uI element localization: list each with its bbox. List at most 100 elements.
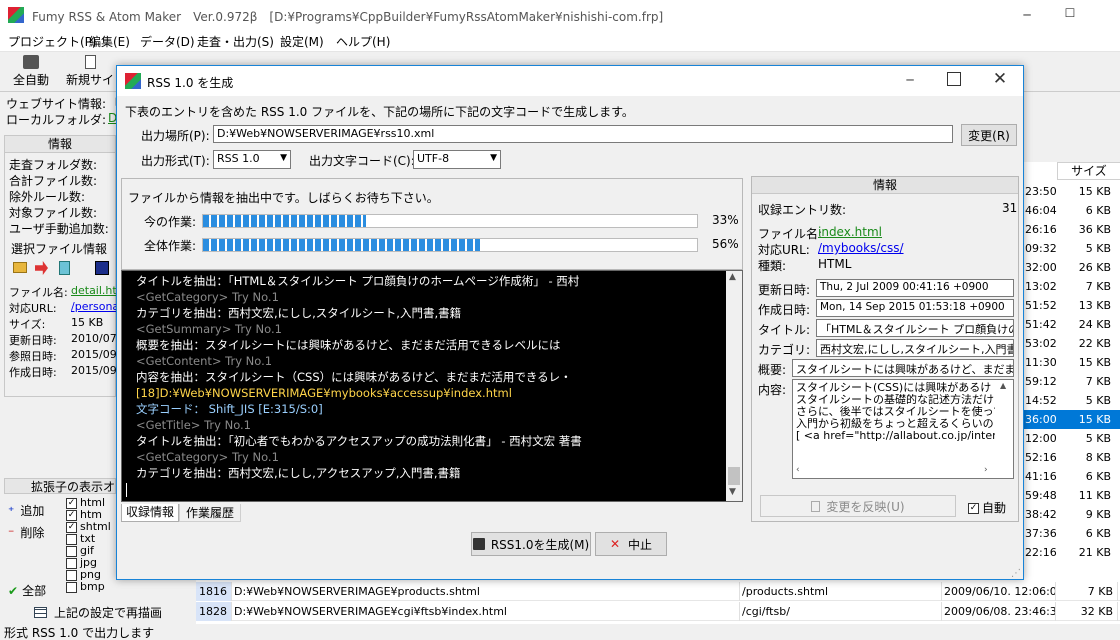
table-row[interactable]: 46:04 6 KB bbox=[1023, 201, 1120, 220]
extension-checkbox[interactable] bbox=[66, 569, 77, 581]
open-file-icon[interactable] bbox=[35, 261, 48, 275]
info-content-textarea[interactable]: スタイルシート(CSS)には興味があるけ スタイルシートの基礎的な記述方法だけ さら… bbox=[792, 379, 1014, 479]
table-row[interactable]: 37:36 6 KB bbox=[1023, 524, 1120, 543]
table-row[interactable]: 53:02 22 KB bbox=[1023, 334, 1120, 353]
table-row[interactable]: 41:16 6 KB bbox=[1023, 467, 1120, 486]
encoding-label: 出力文字コード(C): bbox=[309, 154, 415, 168]
scroll-up-icon[interactable]: ▲ bbox=[729, 272, 736, 282]
file-name-link[interactable]: detail.htm bbox=[71, 284, 117, 297]
log-console[interactable]: タイトルを抽出：「HTML＆スタイルシート プロ顔負けのホームページ作成術」 -… bbox=[121, 270, 743, 502]
table-row[interactable]: 09:32 5 KB bbox=[1023, 239, 1120, 258]
extension-checkbox[interactable] bbox=[66, 581, 77, 593]
menu-help[interactable]: ヘルプ(H) bbox=[336, 33, 390, 50]
copy-icon[interactable] bbox=[59, 261, 70, 275]
file-name-label: ファイル名: bbox=[9, 286, 68, 299]
scroll-down-icon[interactable]: ▼ bbox=[729, 487, 736, 497]
stat-exclusion-rules: 除外ルール数: bbox=[9, 190, 86, 204]
info-file-name-link[interactable]: index.html bbox=[818, 225, 882, 239]
row-time: 09:32 bbox=[1025, 242, 1057, 255]
open-folder-icon[interactable] bbox=[13, 262, 27, 273]
stop-button[interactable]: ✕ 中止 bbox=[595, 532, 667, 556]
minimize-icon[interactable]: ─ bbox=[1004, 8, 1050, 22]
table-row[interactable]: 52:16 8 KB bbox=[1023, 448, 1120, 467]
encoding-select[interactable]: UTF-8 ▼ bbox=[413, 150, 501, 169]
table-row[interactable]: 13:02 7 KB bbox=[1023, 277, 1120, 296]
info-file-name-label: ファイル名: bbox=[758, 227, 823, 241]
table-row[interactable]: 14:52 5 KB bbox=[1023, 391, 1120, 410]
info-summary-label: 概要: bbox=[758, 363, 787, 377]
info-kind-label: 種類: bbox=[758, 259, 787, 273]
info-created-field[interactable]: Mon, 14 Sep 2015 01:53:18 +0900 bbox=[816, 299, 1014, 317]
extension-checkbox[interactable] bbox=[66, 545, 77, 557]
change-location-button[interactable]: 変更(R) bbox=[961, 124, 1017, 146]
tab-entries[interactable]: 収録情報 bbox=[121, 504, 179, 522]
extension-checkbox[interactable] bbox=[66, 557, 77, 569]
extension-checkbox[interactable]: ✓ bbox=[66, 497, 77, 509]
table-row[interactable]: 1816 D:¥Web¥NOWSERVERIMAGE¥products.shtml… bbox=[196, 582, 1120, 601]
dialog-close-icon[interactable]: ✕ bbox=[991, 69, 1009, 89]
extension-checkbox[interactable]: ✓ bbox=[66, 509, 77, 521]
new-site-button[interactable]: 新規サイ bbox=[64, 55, 116, 89]
delete-extension-button[interactable]: ⁻ 削除 bbox=[8, 524, 44, 541]
info-category-field[interactable]: 西村文宏,にしし,スタイルシート,入門書, bbox=[816, 339, 1014, 357]
table-row[interactable]: 12:00 5 KB bbox=[1023, 429, 1120, 448]
progress-message: ファイルから情報を抽出中です。しばらくお待ち下さい。 bbox=[128, 191, 439, 205]
table-row[interactable]: 36:00 15 KB bbox=[1023, 410, 1120, 429]
extension-list[interactable]: ✓ html ✓ htm ✓ shtml txt gif jpg png bmp bbox=[66, 497, 116, 593]
file-table-bottom: 1816 D:¥Web¥NOWSERVERIMAGE¥products.shtml… bbox=[196, 580, 1120, 624]
table-row[interactable]: 22:16 21 KB bbox=[1023, 543, 1120, 562]
menu-edit[interactable]: 編集(E) bbox=[89, 33, 130, 50]
properties-icon[interactable] bbox=[95, 261, 109, 275]
content-scroll-right-icon[interactable]: › bbox=[984, 465, 988, 475]
table-row[interactable]: 59:12 7 KB bbox=[1023, 372, 1120, 391]
table-row[interactable]: 26:16 36 KB bbox=[1023, 220, 1120, 239]
table-row[interactable]: 32:00 26 KB bbox=[1023, 258, 1120, 277]
resize-grip-icon[interactable]: ⋰ bbox=[1011, 568, 1021, 579]
all-label: 全部 bbox=[22, 584, 47, 598]
row-time: 13:02 bbox=[1025, 280, 1057, 293]
table-row[interactable]: 11:30 15 KB bbox=[1023, 353, 1120, 372]
menu-project[interactable]: プロジェクト(P) bbox=[8, 33, 97, 50]
menu-bar: プロジェクト(P) 編集(E) データ(D) 走査・出力(S) 設定(M) ヘル… bbox=[0, 30, 1120, 52]
table-row[interactable]: 51:52 13 KB bbox=[1023, 296, 1120, 315]
table-row[interactable]: 38:42 9 KB bbox=[1023, 505, 1120, 524]
menu-data[interactable]: データ(D) bbox=[140, 33, 195, 50]
format-select[interactable]: RSS 1.0 ▼ bbox=[213, 150, 291, 169]
content-scroll-left-icon[interactable]: ‹ bbox=[796, 465, 800, 475]
info-updated-field[interactable]: Thu, 2 Jul 2009 00:41:16 +0900 bbox=[816, 279, 1014, 297]
size-column-header[interactable]: サイズ bbox=[1057, 162, 1120, 180]
dialog-maximize-icon[interactable] bbox=[947, 72, 961, 86]
table-row[interactable]: 1828 D:¥Web¥NOWSERVERIMAGE¥cgi¥ftsb¥index… bbox=[196, 602, 1120, 621]
table-row[interactable]: 23:50 15 KB bbox=[1023, 182, 1120, 201]
redraw-label: 上記の設定で再描画 bbox=[54, 606, 163, 620]
tab-history[interactable]: 作業履歴 bbox=[179, 504, 241, 522]
add-extension-button[interactable]: ⁺ 追加 bbox=[8, 502, 44, 519]
scroll-thumb[interactable] bbox=[728, 467, 740, 485]
info-title-field[interactable]: 「HTML＆スタイルシート プロ顔負けの bbox=[816, 319, 1014, 337]
generate-rss-button[interactable]: RSS1.0を生成(M) bbox=[471, 532, 591, 556]
output-location-input[interactable]: D:¥Web¥NOWSERVERIMAGE¥rss10.xml bbox=[213, 125, 953, 143]
row-time: 36:00 bbox=[1025, 413, 1057, 426]
info-url-link[interactable]: /mybooks/css/ bbox=[818, 241, 904, 255]
table-row[interactable]: 59:48 11 KB bbox=[1023, 486, 1120, 505]
all-extension-button[interactable]: ✔ 全部 bbox=[8, 582, 46, 599]
table-row[interactable]: 51:42 24 KB bbox=[1023, 315, 1120, 334]
menu-settings[interactable]: 設定(M) bbox=[280, 33, 324, 50]
full-auto-button[interactable]: 全自動 bbox=[8, 55, 54, 89]
auto-checkbox[interactable]: ✓ 自動 bbox=[968, 499, 1006, 516]
content-line: スタイルシート(CSS)には興味があるけ bbox=[796, 382, 992, 394]
redraw-button[interactable]: 上記の設定で再描画 bbox=[4, 602, 194, 624]
content-scroll-up-icon[interactable]: ▲ bbox=[1000, 381, 1006, 390]
maximize-icon[interactable]: ☐ bbox=[1050, 6, 1090, 22]
menu-scan-output[interactable]: 走査・出力(S) bbox=[197, 33, 274, 50]
info-summary-field[interactable]: スタイルシートには興味があるけど、まだまだ bbox=[792, 359, 1014, 377]
generate-rss-label: RSS1.0を生成(M) bbox=[490, 537, 590, 552]
extension-checkbox[interactable]: ✓ bbox=[66, 521, 77, 533]
dialog-minimize-icon[interactable]: ─ bbox=[903, 73, 917, 87]
extension-item[interactable]: bmp bbox=[66, 581, 116, 593]
url-link[interactable]: /persona bbox=[71, 300, 117, 313]
apply-changes-button[interactable]: 変更を反映(U) bbox=[760, 495, 956, 517]
extension-checkbox[interactable] bbox=[66, 533, 77, 545]
auto-checkbox-box[interactable]: ✓ bbox=[968, 503, 979, 514]
console-scrollbar[interactable]: ▲ ▼ bbox=[726, 271, 742, 501]
